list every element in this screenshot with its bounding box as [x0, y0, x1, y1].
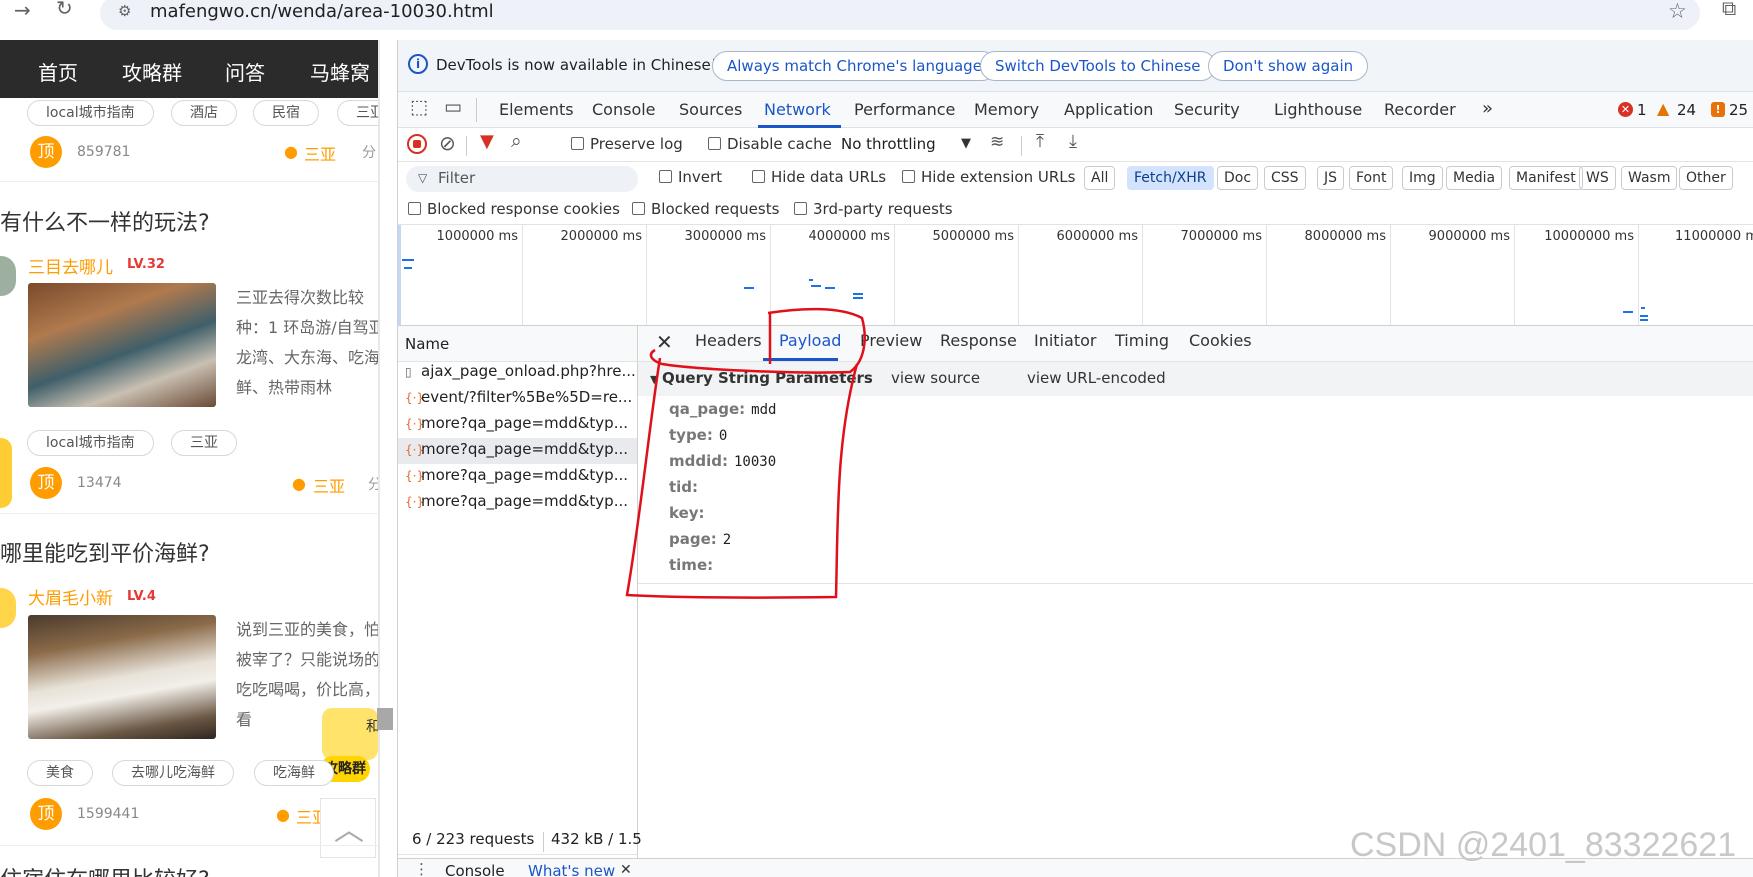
payload-tab-circle	[649, 307, 866, 374]
red-annotation-overlay	[625, 307, 866, 599]
watermark: CSDN @2401_83322621	[1350, 826, 1737, 864]
params-box-outline	[625, 357, 859, 599]
